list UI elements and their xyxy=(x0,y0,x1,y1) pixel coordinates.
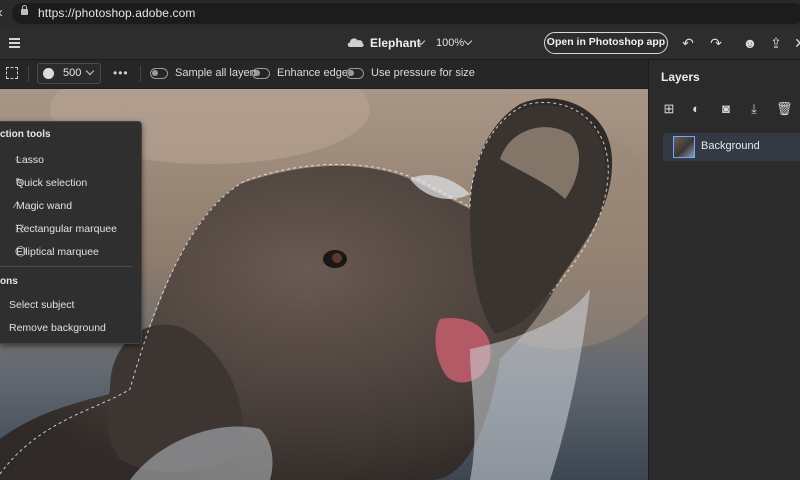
lasso-icon: ◌ xyxy=(15,154,21,165)
more-options-icon[interactable]: ••• xyxy=(113,66,129,80)
magic-wand-tool-item[interactable]: ⁄ Magic wand xyxy=(15,200,72,212)
use-pressure-toggle[interactable] xyxy=(346,68,364,79)
brush-size-value: 500 xyxy=(63,67,82,79)
elliptical-marquee-tool-item[interactable]: ◯ Elliptical marquee xyxy=(15,246,99,258)
select-subject-item[interactable]: Select subject xyxy=(9,299,74,311)
remove-background-item[interactable]: Remove background xyxy=(9,322,106,334)
rectangular-marquee-icon: ⬚ xyxy=(15,223,25,234)
browser-bar: ‹ https://photoshop.adobe.com xyxy=(0,0,800,27)
layers-panel-title: Layers xyxy=(661,70,700,84)
account-icon[interactable]: ☻ xyxy=(742,35,758,51)
brush-dot-icon xyxy=(43,68,54,79)
app-header: Elephant 100% Open in Photoshop app ↶ ↷ … xyxy=(0,27,800,60)
tool-options-bar: 500 ••• Sample all layers Enhance edges … xyxy=(0,60,648,88)
rectangular-marquee-label: Rectangular marquee xyxy=(16,223,117,235)
selection-tools-popup: ction tools ◌ Lasso ✎ Quick selection ⁄ … xyxy=(0,121,142,344)
quick-selection-tool-item[interactable]: ✎ Quick selection xyxy=(15,177,88,189)
share-icon[interactable]: ⇪ xyxy=(768,35,784,51)
place-image-icon[interactable]: ⤓ xyxy=(746,101,762,117)
undo-icon[interactable]: ↶ xyxy=(680,35,696,51)
trash-icon[interactable]: 🗑 xyxy=(776,101,793,117)
elliptical-marquee-icon: ◯ xyxy=(15,246,27,257)
zoom-chevron-down-icon[interactable] xyxy=(463,36,473,46)
use-pressure-label: Use pressure for size xyxy=(371,67,475,79)
redo-icon[interactable]: ↷ xyxy=(708,35,724,51)
back-arrow-icon[interactable]: ‹ xyxy=(0,5,8,21)
actions-heading: ons xyxy=(0,276,18,287)
quick-selection-icon: ✎ xyxy=(15,177,24,188)
chevron-down-icon xyxy=(85,66,95,76)
selection-tools-heading: ction tools xyxy=(0,129,51,140)
open-in-photoshop-button[interactable]: Open in Photoshop app xyxy=(544,32,668,54)
enhance-edges-label: Enhance edges xyxy=(277,67,354,79)
enhance-edges-toggle[interactable] xyxy=(252,68,270,79)
sample-all-layers-toggle[interactable] xyxy=(150,68,168,79)
selection-tool-icon[interactable] xyxy=(6,67,18,79)
lasso-tool-item[interactable]: ◌ Lasso xyxy=(15,154,44,166)
rectangular-marquee-tool-item[interactable]: ⬚ Rectangular marquee xyxy=(15,223,117,235)
magic-wand-icon: ⁄ xyxy=(15,200,17,211)
layer-name: Background xyxy=(701,140,760,152)
divider xyxy=(28,66,29,82)
divider xyxy=(0,266,133,267)
add-layer-icon[interactable]: ⊞ xyxy=(661,101,677,117)
url-text: https://photoshop.adobe.com xyxy=(38,6,196,20)
quick-selection-label: Quick selection xyxy=(16,177,88,189)
layer-row-background[interactable]: Background xyxy=(663,133,800,161)
elliptical-marquee-label: Elliptical marquee xyxy=(16,246,99,258)
address-bar[interactable]: https://photoshop.adobe.com xyxy=(12,3,800,24)
brush-size-dropdown[interactable]: 500 xyxy=(37,63,101,84)
close-icon[interactable]: ✕ xyxy=(792,35,800,51)
menu-icon[interactable] xyxy=(9,38,20,48)
lock-icon xyxy=(21,5,28,15)
divider xyxy=(140,66,141,82)
sample-all-layers-label: Sample all layers xyxy=(175,67,259,79)
mask-icon[interactable]: ◙ xyxy=(718,101,734,117)
adjustment-layer-icon[interactable]: ◐ xyxy=(688,101,704,117)
zoom-level[interactable]: 100% xyxy=(436,37,464,49)
document-name[interactable]: Elephant xyxy=(370,36,421,50)
layer-thumbnail xyxy=(673,136,695,158)
cloud-icon xyxy=(347,38,364,47)
layers-panel: Layers ⊞ ◐ ◙ ⤓ 🗑 Background xyxy=(648,60,800,480)
